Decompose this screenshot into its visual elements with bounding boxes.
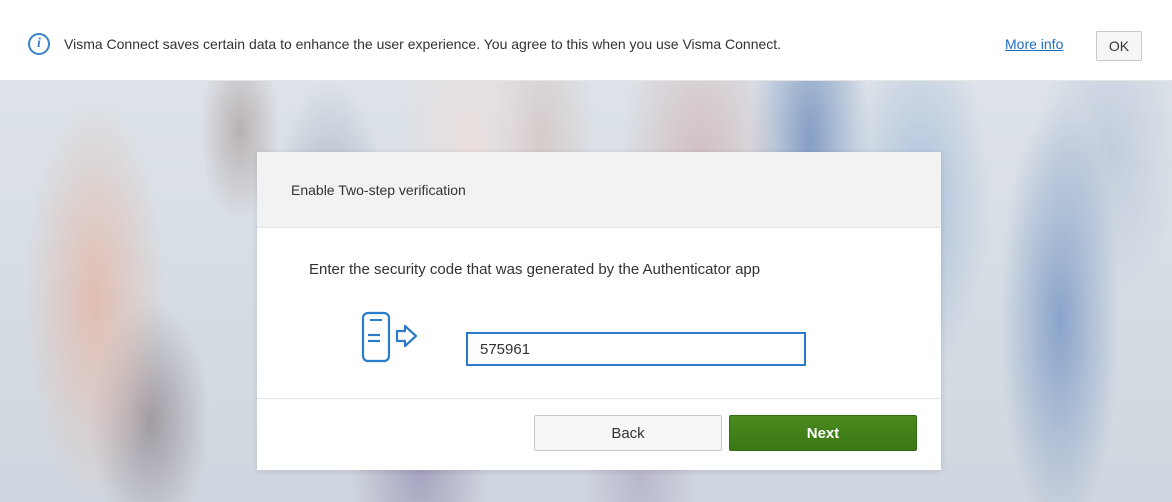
dialog-title: Enable Two-step verification [291, 182, 466, 198]
cookie-message: Visma Connect saves certain data to enha… [64, 36, 782, 52]
security-code-input[interactable] [466, 332, 806, 366]
more-info-link[interactable]: More info [1005, 36, 1063, 52]
two-step-dialog: Enable Two-step verification Enter the s… [257, 152, 941, 470]
dialog-footer: Back Next [257, 398, 941, 470]
phone-arrow-icon [361, 311, 418, 363]
cookie-banner: i Visma Connect saves certain data to en… [0, 0, 1172, 81]
back-button[interactable]: Back [534, 415, 722, 451]
info-icon: i [28, 33, 50, 55]
instruction-text: Enter the security code that was generat… [309, 261, 761, 278]
dialog-header: Enable Two-step verification [257, 152, 941, 228]
next-button[interactable]: Next [729, 415, 917, 451]
ok-button[interactable]: OK [1096, 31, 1142, 61]
